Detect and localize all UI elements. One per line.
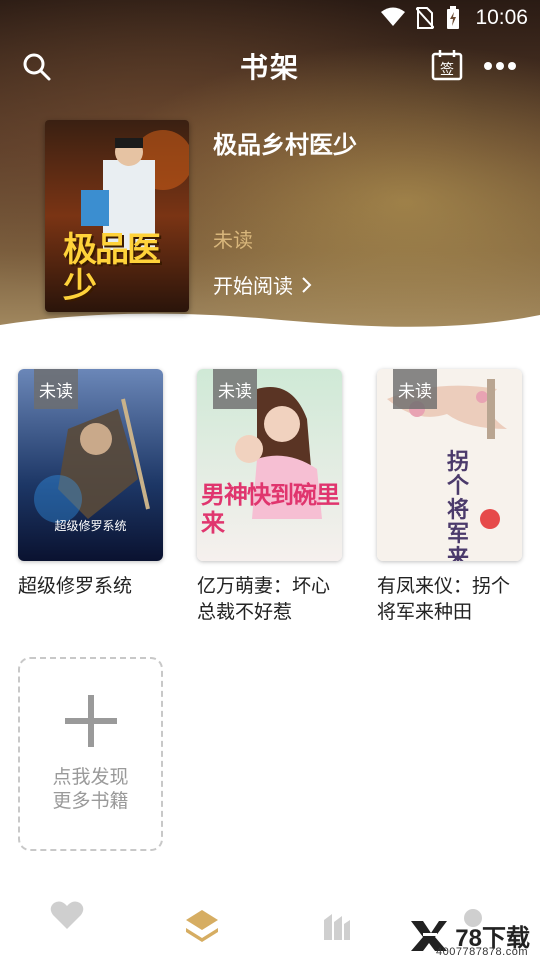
book-item[interactable]: 超级修罗系统 未读 超级修罗系统 [18,369,163,599]
hero-book-title[interactable]: 极品乡村医少 [213,125,357,160]
book-item[interactable]: 拐个将军来种田 未读 有凤来仪：拐个将军来种田 [377,369,522,625]
discover-more-line2: 更多书籍 [52,790,129,812]
book-cover[interactable]: 男神快到碗里来 未读 [197,369,342,561]
discover-more-label: 点我发现 更多书籍 [20,765,161,813]
book-cover[interactable]: 超级修罗系统 未读 [18,369,163,561]
start-reading-label: 开始阅读 [213,274,293,298]
book-cover-caption: 超级修罗系统 [54,519,127,533]
discover-more-books-button[interactable]: 点我发现 更多书籍 [18,657,163,851]
status-time: 10:06 [475,6,528,29]
svg-text:签: 签 [440,61,454,78]
bookshelf-icon[interactable] [184,908,220,944]
book-title: 亿万萌妻：坏心总裁不好惹 [197,575,331,623]
wifi-icon [381,7,405,26]
book-title: 有凤来仪：拐个将军来种田 [377,575,511,623]
hero-book-cover[interactable]: 极品医少 [45,120,189,312]
plus-icon [65,695,117,747]
book-cover-caption: 男神快到碗里来 [201,481,340,537]
chevron-right-icon [302,277,312,293]
discover-more-line1: 点我发现 [52,766,129,788]
more-icon[interactable] [482,60,518,72]
watermark-url: 4007787878.com [435,946,528,958]
unread-badge: 未读 [34,369,78,409]
book-title: 超级修罗系统 [18,575,133,597]
unread-badge: 未读 [213,369,257,409]
book-item[interactable]: 男神快到碗里来 未读 亿万萌妻：坏心总裁不好惹 [197,369,342,625]
book-cover[interactable]: 拐个将军来种田 未读 [377,369,522,561]
start-reading-button[interactable]: 开始阅读 [213,270,313,299]
heart-icon[interactable] [50,900,84,930]
no-sim-icon [416,7,434,29]
unread-badge: 未读 [393,369,437,409]
calendar-sign-icon[interactable]: 签 [431,49,463,81]
battery-icon [447,6,459,29]
status-bar: 10:06 [0,0,540,36]
book-cover-caption: 拐个将军来种田 [447,450,470,562]
hero-read-status: 未读 [213,228,253,252]
category-icon[interactable] [322,912,352,942]
hero-cover-text: 极品医少 [63,230,161,306]
